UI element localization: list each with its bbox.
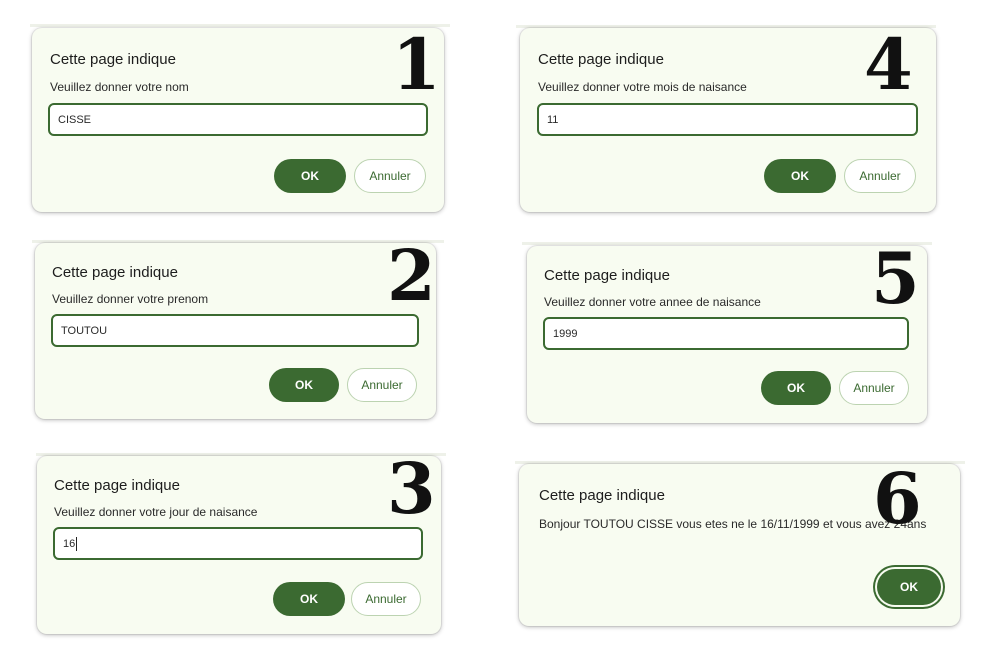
ok-button[interactable]: OK (877, 569, 941, 605)
text-caret (76, 536, 78, 551)
dialog-title: Cette page indique (52, 264, 178, 281)
birth-month-input[interactable]: 11 (537, 103, 918, 136)
cancel-button[interactable]: Annuler (844, 159, 916, 193)
cancel-button[interactable]: Annuler (347, 368, 417, 402)
cancel-button[interactable]: Annuler (351, 582, 421, 616)
dialog-message: Veuillez donner votre jour de naisance (54, 505, 258, 519)
name-input[interactable]: CISSE (48, 103, 428, 136)
birth-day-input[interactable]: 16 (53, 527, 423, 560)
input-value: 1999 (553, 327, 578, 340)
prompt-dialog-3: Cette page indique Veuillez donner votre… (37, 447, 441, 634)
dialog-message: Bonjour TOUTOU CISSE vous etes ne le 16/… (539, 517, 927, 531)
step-number: 2 (387, 234, 436, 317)
dialog-title: Cette page indique (544, 267, 670, 284)
input-value: CISSE (58, 113, 92, 126)
dialog-message: Veuillez donner votre annee de naisance (544, 295, 761, 309)
dialog-title: Cette page indique (538, 51, 664, 68)
ok-button[interactable]: OK (764, 159, 836, 193)
firstname-input[interactable]: TOUTOU (51, 314, 419, 347)
input-value: TOUTOU (61, 324, 108, 337)
prompt-dialog-4: Cette page indique Veuillez donner votre… (520, 28, 936, 212)
ok-button[interactable]: OK (269, 368, 339, 402)
prompt-dialog-1: Cette page indique Veuillez donner votre… (32, 28, 444, 212)
prompt-dialog-5: Cette page indique Veuillez donner votre… (527, 237, 927, 423)
dialog-title: Cette page indique (539, 487, 665, 504)
alert-dialog-6: Cette page indique Bonjour TOUTOU CISSE … (519, 464, 960, 626)
ok-button[interactable]: OK (274, 159, 346, 193)
prompt-dialog-2: Cette page indique Veuillez donner votre… (35, 234, 436, 419)
step-number: 5 (871, 237, 920, 320)
ok-button[interactable]: OK (761, 371, 831, 405)
dialog-title: Cette page indique (50, 51, 176, 68)
step-number: 1 (392, 23, 441, 106)
dialog-message: Veuillez donner votre prenom (52, 292, 209, 306)
ok-button[interactable]: OK (273, 582, 345, 616)
step-number: 4 (864, 23, 913, 106)
dialog-message: Veuillez donner votre mois de naisance (538, 80, 747, 94)
input-value: 16 (63, 537, 76, 550)
step-number: 3 (387, 447, 436, 530)
input-value: 11 (547, 113, 559, 126)
step-number: 6 (873, 457, 922, 540)
dialog-message: Veuillez donner votre nom (50, 80, 189, 94)
cancel-button[interactable]: Annuler (839, 371, 909, 405)
cancel-button[interactable]: Annuler (354, 159, 426, 193)
birth-year-input[interactable]: 1999 (543, 317, 909, 350)
dialog-title: Cette page indique (54, 477, 180, 494)
